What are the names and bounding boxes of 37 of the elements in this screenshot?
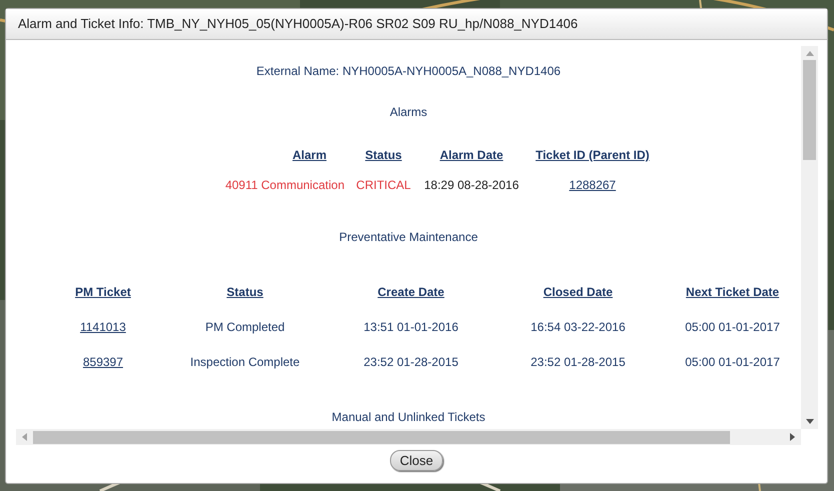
table-cell-text: 05:00 01-01-2017 [685,319,780,336]
table-cell-text: CRITICAL [356,177,411,194]
scroll-right-icon[interactable] [790,433,795,441]
scroll-down-icon[interactable] [806,419,814,424]
table-cell-text: 23:52 01-28-2015 [364,354,458,371]
table-cell-text: PM Completed [205,319,285,336]
window-title: Alarm and Ticket Info: TMB_NY_NYH05_05(NYH0005A)-R06 SR02 S09 RU_hp/N088_NYD1406 [18,15,578,34]
table-cell-text: 18:29 08-28-2016 [424,177,519,194]
table-cell-text: Inspection Complete [190,354,300,371]
column-header: Create Date [378,284,444,301]
scrollbar-thumb[interactable] [33,430,730,444]
close-button[interactable]: Close [390,450,444,471]
ticket-link[interactable]: 1288267 [569,176,616,194]
ticket-link[interactable]: 1141013 [80,318,126,336]
column-header: Ticket ID (Parent ID) [536,147,650,164]
column-header: Next Ticket Date [686,284,780,301]
horizontal-scrollbar[interactable] [16,429,801,445]
vertical-scrollbar[interactable] [801,46,818,429]
table-cell-text: 13:51 01-01-2016 [364,319,458,336]
column-header: Alarm [292,147,326,164]
scrollbar-thumb[interactable] [803,60,816,160]
table-cell-text: 23:52 01-28-2015 [530,354,626,371]
external-name: External Name: NYH0005A-NYH0005A_N088_NYD1406 [256,63,561,79]
column-header: Status [226,284,264,301]
section-heading: Alarms [390,104,428,120]
table-cell-text: 05:00 01-01-2017 [685,354,780,371]
ticket-link[interactable]: 859397 [82,353,124,371]
column-header: Status [365,147,402,164]
column-header: PM Ticket [75,284,131,301]
scroll-left-icon[interactable] [22,433,27,441]
column-header: Closed Date [543,284,613,301]
column-header: Alarm Date [440,147,504,164]
section-heading: Preventative Maintenance [339,229,478,245]
section-heading: Manual and Unlinked Tickets [332,409,486,425]
table-cell-text: 40911 Communication [225,177,344,194]
scroll-up-icon[interactable] [806,51,814,56]
table-cell-text: 16:54 03-22-2016 [530,319,626,336]
